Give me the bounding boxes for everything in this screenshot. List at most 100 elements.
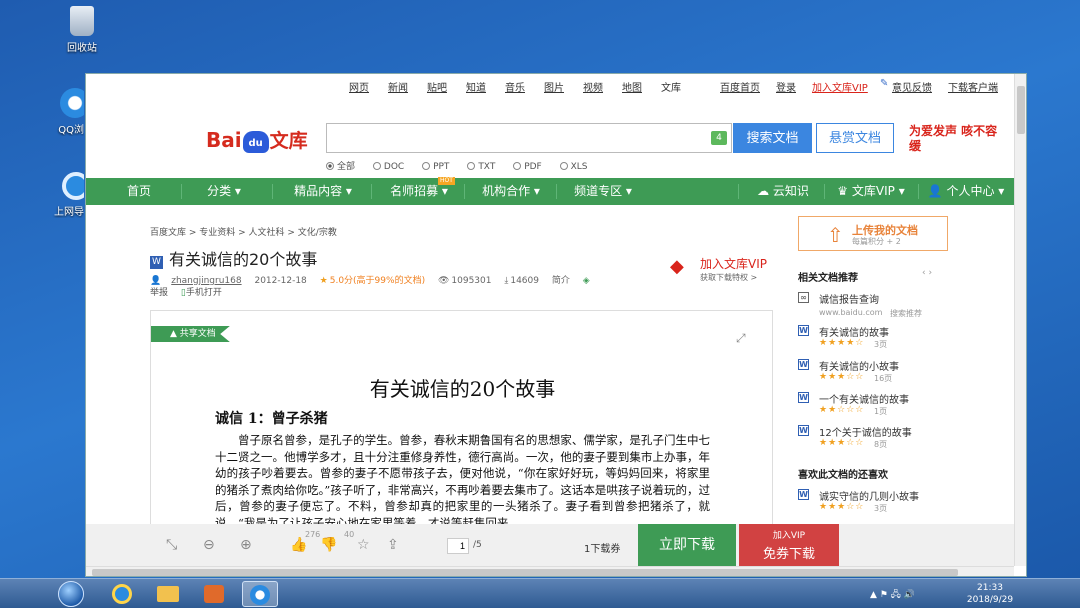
word-doc-icon: W [798,359,809,370]
search-input[interactable] [326,123,732,153]
qq-browser-label: QQ浏 [58,125,84,136]
radio-icon [326,162,334,170]
filter-all[interactable]: 全部 [326,159,355,172]
zoom-out-icon[interactable]: ⊖ [203,537,215,553]
filetype-filter: 全部 DOC PPT TXT PDF XLS [326,159,603,172]
also-pages: 3页 [874,504,888,513]
start-button[interactable] [58,581,84,607]
vertical-scrollbar[interactable] [1014,74,1026,566]
taskbar-qq-browser[interactable] [242,581,278,607]
story-title: 诚信 1：曾子杀猪 [215,411,328,427]
thumbs-up-icon[interactable]: 👍 [290,537,307,553]
filter-pdf[interactable]: PDF [513,162,542,172]
filter-ppt[interactable]: PPT [422,162,449,172]
download-client-link[interactable]: 下载客户端 [948,79,998,94]
nav-premium[interactable]: 精品内容 ▾ [278,178,368,205]
shared-icon: ▲ [170,329,180,339]
upload-doc-button[interactable]: ⇧ 上传我的文档 每篇积分 + 2 [798,216,948,251]
download-now-button[interactable]: 立即下载 [638,524,736,566]
horizontal-scrollbar[interactable] [86,566,1014,576]
doc-title: W 有关诚信的20个故事 [150,246,317,270]
login-link[interactable]: 登录 [776,79,796,94]
logo-paw: du [242,131,269,153]
related-title: 12个关于诚信的故事 [819,428,912,439]
download-count-icon: ⤓ [504,276,509,286]
intro-toggle[interactable]: 简介 [552,276,570,286]
bounty-docs-button[interactable]: 悬赏文档 [816,123,894,153]
nav-images[interactable]: 图片 [544,79,564,94]
related-title: 有关诚信的小故事 [819,362,899,373]
page-number-input[interactable] [447,538,469,554]
join-vip-link[interactable]: 加入文库VIP [812,79,868,94]
vip-icon: ♛ [837,184,849,198]
nav-user-center[interactable]: 👤 个人中心 ▾ [924,178,1008,205]
hot-badge: HOT [438,177,455,185]
doc-heading: 有关诚信的20个故事 [369,377,556,401]
mobile-open-link[interactable]: 手机打开 [186,288,222,298]
nav-channel[interactable]: 频道专区 ▾ [562,178,644,205]
radio-icon [372,162,381,170]
related-stars: ★★★☆☆ [819,372,865,382]
recycle-bin-icon [70,6,94,36]
nav-wenku-vip[interactable]: ♛ 文库VIP ▾ [832,178,910,205]
vip-free-download-button[interactable]: 加入VIP 免券下载 [739,524,839,566]
clock-date: 2018/9/29 [966,595,1014,605]
nav-category[interactable]: 分类 ▾ [186,178,262,205]
vip-download-bottom: 免券下载 [762,547,815,562]
logo-bai: Bai [206,128,242,152]
doc-downloads: 14609 [510,276,539,286]
system-tray[interactable]: ▲ ⚑ 🖧 🔊 [870,587,915,603]
report-link[interactable]: 举报 [150,288,168,298]
thumbs-down-icon[interactable]: 👎 [320,537,337,553]
baidu-home-link[interactable]: 百度首页 [720,79,760,94]
nav-home[interactable]: 首页 [106,178,172,205]
nav-wenku[interactable]: 文库 [661,79,681,94]
radio-icon [422,162,431,170]
promo-slogan[interactable]: 为爱发声 咳不容缓 [909,124,1009,154]
filter-txt[interactable]: TXT [467,162,495,172]
star-icon: ★ [319,276,328,286]
related-pages: 16页 [874,374,893,383]
nav-zhidao[interactable]: 知道 [466,79,486,94]
scroll-thumb[interactable] [1017,86,1025,134]
join-vip-title: 加入文库VIP [700,257,767,271]
story-body: 曾子原名曾参，是孔子的学生。曾参，春秋末期鲁国有名的思想家、儒学家，是孔子门生中… [215,433,710,530]
nav-news[interactable]: 新闻 [388,79,408,94]
taskbar-media[interactable] [196,581,232,607]
feedback-icon: ✎ [880,78,889,89]
zoom-in-icon[interactable]: ⊕ [240,537,252,553]
breadcrumb[interactable]: 百度文库 > 专业资料 > 人文社科 > 文化/宗教 [150,225,337,238]
shrink-icon[interactable]: ⤡ [166,537,177,553]
share-icon[interactable]: ⇪ [387,537,399,553]
ie-shortcut[interactable]: 上网导 [44,172,84,218]
favorite-star-icon[interactable]: ☆ [357,537,370,553]
page-total: /5 [473,540,482,550]
nav-music[interactable]: 音乐 [505,79,525,94]
document-viewer: ▲ 共享文档 ⤢ 有关诚信的20个故事 诚信 1：曾子杀猪 曾子原名曾参，是孔子… [150,310,773,530]
scroll-thumb[interactable] [92,569,958,576]
filter-doc[interactable]: DOC [372,162,404,172]
recycle-bin-shortcut[interactable]: 回收站 [50,6,114,54]
top-nav: 网页 新闻 贴吧 知道 音乐 图片 视频 地图 文库 百度首页 登录 加入文库V… [86,74,1014,96]
nav-map[interactable]: 地图 [622,79,642,94]
nav-cloud-knowledge[interactable]: ☁ 云知识 [748,178,818,205]
ie-icon [62,172,84,200]
qq-browser-shortcut[interactable]: QQ浏 [44,88,84,136]
nav-tieba[interactable]: 贴吧 [427,79,447,94]
nav-web[interactable]: 网页 [349,79,369,94]
fullscreen-icon[interactable]: ⤢ [736,331,750,345]
nav-partner[interactable]: 机构合作 ▾ [470,178,552,205]
upload-sub: 每篇积分 + 2 [852,237,901,246]
likes-count: 276 [305,530,321,539]
related-pager[interactable]: ‹ › [922,268,932,278]
baidu-wenku-logo[interactable]: Bai du 文库 [206,126,308,153]
cloud-icon: ☁ [757,184,770,198]
taskbar-explorer[interactable] [150,581,186,607]
filter-xls[interactable]: XLS [559,162,588,172]
feedback-link[interactable]: 意见反馈 [892,79,932,94]
taskbar-ie[interactable] [104,581,140,607]
clock[interactable]: 21:33 2018/9/29 [960,582,1020,606]
join-vip-promo[interactable]: ◆ 加入文库VIP 获取下载特权 > [670,255,780,283]
nav-video[interactable]: 视频 [583,79,603,94]
search-docs-button[interactable]: 搜索文档 [733,123,812,153]
